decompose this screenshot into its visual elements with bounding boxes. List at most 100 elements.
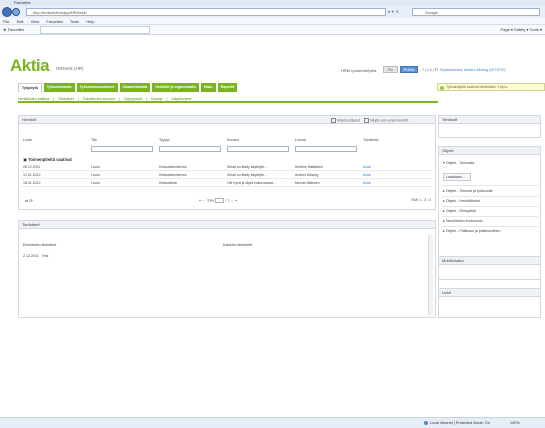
aktia-logo: Aktia — [10, 56, 50, 75]
menu-help[interactable]: Help — [86, 19, 94, 24]
panel-title: Objekt — [439, 147, 540, 155]
object-item[interactable]: ▸ Objekt - Henkilötiedot — [443, 199, 480, 203]
command-bar[interactable]: Page ▾ Safety ▾ Tools ▾ — [500, 25, 542, 35]
notice-date: 2.12.2011 — [23, 254, 39, 258]
refresh-export-icons[interactable]: ⇄ ⟳ — [25, 198, 33, 203]
main-tabs: Työpöytä Työsuhdeasiat Työsuhdemuutokset… — [18, 83, 238, 92]
col-toiminnot: Toiminnot — [363, 138, 379, 142]
notice-badge[interactable]: Työnantajiltä vaativat henkilöstö: 2 kpl… — [437, 83, 545, 91]
tab-tyosuhdeasiat[interactable]: Työsuhdeasiat — [43, 83, 75, 92]
filter-kuvaus-input[interactable] — [227, 146, 289, 152]
favorites-button[interactable]: ★ Favorites — [3, 25, 24, 35]
col-kuvaus[interactable]: Kuvaus — [227, 138, 239, 142]
linkit-panel: Linkit — [438, 288, 541, 318]
object-label: Objekt - Henkilötiedot — [445, 199, 481, 203]
object-item[interactable]: ▸ Objekt - Palkkaus ja palkkiosriinen — [443, 229, 501, 233]
col-tyyppi[interactable]: Tyyppi — [159, 138, 169, 142]
pager: ⇐ ← Sivu / 1 → ⇒ — [199, 198, 237, 203]
cell-desc: Smail on tilatty käyttöjär... — [227, 173, 267, 177]
filter-tyyppi-input[interactable] — [159, 146, 221, 152]
cell-type: Keskuslista — [159, 181, 177, 185]
divider — [442, 226, 538, 227]
browser-tab[interactable]: http://hrdesk/hrmapp/HRDesk/ — [40, 26, 150, 34]
open-link[interactable]: Avaa — [363, 180, 371, 187]
publish-button[interactable]: Publis — [400, 66, 418, 73]
subnav-tyopyynnot[interactable]: Työpyynnöt — [124, 97, 142, 101]
cell-type: Keskustelukierros — [159, 165, 187, 169]
col-luotu[interactable]: Luotu — [23, 138, 32, 142]
tab-henkilot-organisaatio[interactable]: Henkilöt ja organisaatio — [152, 83, 199, 92]
address-bar[interactable]: http://hrdesk/hrmapp/HRDesk/ — [26, 8, 386, 16]
user-link[interactable]: Kirjautuneena: Anders Alhsing (0271F20) — [440, 68, 506, 72]
scrollbar[interactable] — [428, 235, 433, 315]
subnav-sep: | — [53, 97, 55, 101]
subnav-kyselyt[interactable]: Kyselyt — [151, 97, 163, 101]
group-label: Toimenpiteitä vaativat — [28, 157, 72, 162]
object-item[interactable]: ▸ Objekt - Tiemuut ja työsuodat — [443, 189, 493, 193]
language-fin-button[interactable]: Fin — [383, 66, 398, 73]
pager-prev[interactable]: ⇐ ← Sivu — [199, 198, 214, 202]
divider — [442, 196, 538, 197]
subnav-seuranta[interactable]: Toimittuvien seurant — [83, 97, 115, 101]
cell-desc: Ole hyvä ja täytä esikuvaukse... — [227, 181, 277, 185]
back-button[interactable] — [2, 7, 12, 17]
col-esimiesten-tiedotteet: Esimiesten tiedotteet — [23, 243, 57, 247]
group-header[interactable]: ▣ Toimenpiteitä vaativat — [23, 157, 72, 162]
show-details-checkbox[interactable]: Näytä esitiedot — [331, 118, 360, 123]
panel-title: Muistiohatut — [439, 257, 540, 265]
notice-row[interactable]: 2.12.2011 Test — [23, 254, 48, 258]
cell-status: Luotu — [91, 173, 100, 177]
favorites-label: Favorites — [7, 27, 25, 32]
pager-next[interactable]: / 1 → ⇒ — [225, 198, 237, 202]
filter-luonut-input[interactable] — [295, 146, 357, 152]
favorites-bar: ★ Favorites http://hrdesk/hrmapp/HRDesk/… — [0, 25, 545, 35]
table-row: 16.01.2012 Luotu Keskuslista Ole hyvä ja… — [21, 180, 433, 187]
cell-status: Luotu — [91, 165, 100, 169]
menu-file[interactable]: File — [3, 19, 9, 24]
subnav-kayttoohjeet[interactable]: Käyttöohjeet — [171, 97, 191, 101]
tab-raportit[interactable]: Raportit — [217, 83, 238, 92]
object-item[interactable]: ▾ Objekt - Toiluvaka — [443, 161, 474, 165]
subnav-henkiloiden-hallinta[interactable]: Henkilöiden hallinta — [18, 97, 49, 101]
open-link[interactable]: Avaa — [363, 172, 371, 179]
object-item[interactable]: ▸ Henkilöstön erohuomio — [443, 219, 483, 223]
panel-title: Tehtävät — [439, 116, 540, 124]
col-luonut[interactable]: Luonut — [295, 138, 306, 142]
load-button[interactable]: Laatalaan... — [443, 173, 471, 181]
cell-creator: Kristine Mattianen — [295, 165, 324, 169]
refresh-stop-icons[interactable]: ▾ ✦ ✕ — [388, 8, 410, 16]
row-count: Rivit 1 - 3 / 3 — [411, 198, 431, 202]
cell-status: Luotu — [91, 181, 100, 185]
zoom-level[interactable]: 100% — [510, 418, 520, 428]
help-lang-links[interactable]: ? | 1.1 | FI — [422, 68, 438, 72]
menu-edit[interactable]: Edit — [17, 19, 24, 24]
tab-tyopoyta[interactable]: Työpöytä — [18, 83, 42, 92]
forward-button[interactable] — [12, 8, 20, 16]
divider — [442, 185, 538, 186]
workspace-label: HRM työskentelytila — [341, 68, 377, 73]
page-input[interactable] — [215, 198, 225, 203]
tab-haku[interactable]: Haku — [200, 83, 216, 92]
table-row: 28.12.2011 Luotu Keskustelukierros Smail… — [21, 164, 433, 171]
object-label: Objekt - Rensylistit — [445, 209, 476, 213]
col-tila[interactable]: Tila — [91, 138, 97, 142]
own-only-checkbox[interactable]: Näytä vain omat henkilöt — [364, 118, 408, 123]
tab-tyosuhdemuutokset[interactable]: Työsuhdemuutokset — [76, 83, 118, 92]
object-item[interactable]: ▸ Objekt - Rensylistit — [443, 209, 476, 213]
menu-view[interactable]: View — [31, 19, 40, 24]
menu-bar: File Edit View Favorites Tools Help — [0, 18, 545, 25]
divider — [442, 216, 538, 217]
table-row: 12.01.2012 Luotu Keskustelukierros Smail… — [21, 172, 433, 179]
subnav-tiedotteet[interactable]: Tiedotteet — [58, 97, 74, 101]
menu-favorites[interactable]: Favorites — [46, 19, 62, 24]
tab-osaamiskartta[interactable]: Osaamiskartta — [119, 83, 151, 92]
open-link[interactable]: Avaa — [363, 164, 371, 171]
muistiot-panel: Muistiohatut — [438, 256, 541, 280]
panel-title: Tiedotteet — [19, 221, 435, 229]
search-input[interactable]: Google — [412, 8, 540, 16]
subnav-sep: | — [146, 97, 147, 101]
henkilot-panel: Henkilöt Näytä esitiedot Näytä vain omat… — [18, 115, 436, 210]
menu-tools[interactable]: Tools — [70, 19, 79, 24]
filter-tila-input[interactable] — [91, 146, 153, 152]
globe-icon — [424, 421, 428, 425]
